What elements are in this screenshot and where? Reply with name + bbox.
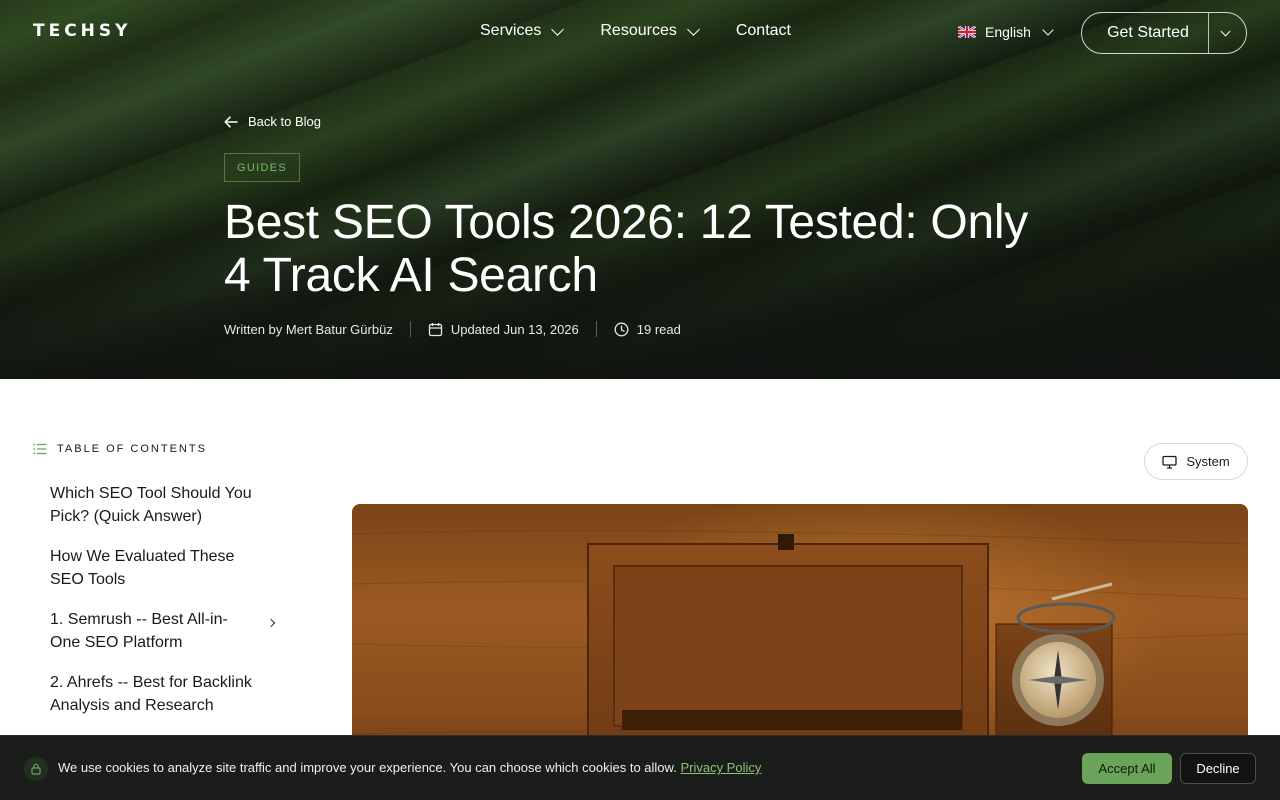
toc-item[interactable]: 2. Ahrefs -- Best for Backlink Analysis …: [50, 671, 290, 717]
article-meta: Written by Mert Batur Gürbüz Updated Jun…: [224, 319, 681, 339]
theme-toggle-label: System: [1186, 454, 1230, 469]
toc-item-label: Which SEO Tool Should You Pick? (Quick A…: [50, 485, 252, 525]
category-badge[interactable]: GUIDES: [224, 153, 300, 182]
back-to-blog-link[interactable]: Back to Blog: [224, 114, 321, 129]
monitor-icon: [1162, 455, 1177, 469]
get-started-button[interactable]: Get Started: [1082, 24, 1208, 42]
chevron-right-icon[interactable]: [266, 618, 276, 628]
lock-icon: [31, 763, 41, 775]
top-nav: TECHSY Services Resources Contact Englis…: [0, 0, 1280, 64]
nav-services[interactable]: Services: [480, 22, 565, 40]
meta-divider: [409, 321, 411, 337]
nav-links: Services Resources Contact: [480, 22, 829, 40]
chevron-down-icon: [1042, 24, 1054, 36]
language-selector[interactable]: English: [958, 24, 1054, 40]
toc-item-label: 2. Ahrefs -- Best for Backlink Analysis …: [50, 674, 252, 714]
cookie-message-text: We use cookies to analyze site traffic a…: [58, 760, 677, 775]
privacy-policy-link[interactable]: Privacy Policy: [680, 760, 761, 775]
logo[interactable]: TECHSY: [33, 21, 131, 41]
toc-heading: TABLE OF CONTENTS: [33, 443, 207, 455]
chevron-down-icon: [551, 22, 565, 36]
hero-section: TECHSY Services Resources Contact Englis…: [0, 0, 1280, 379]
nav-contact-label: Contact: [735, 22, 791, 39]
theme-toggle-button[interactable]: System: [1144, 443, 1248, 480]
get-started-dropdown-toggle[interactable]: [1208, 13, 1246, 53]
read-time-text: 19 read: [636, 321, 681, 337]
article-title: Best SEO Tools 2026: 12 Tested: Only 4 T…: [224, 196, 1028, 302]
updated-date: Updated Jun 13, 2026: [428, 322, 579, 337]
author-text: Written by Mert Batur Gürbüz: [224, 321, 393, 337]
nav-resources[interactable]: Resources: [600, 22, 700, 40]
author: Written by Mert Batur Gürbüz: [224, 322, 393, 337]
meta-divider: [595, 321, 597, 337]
toc-item-label: How We Evaluated These SEO Tools: [50, 548, 235, 588]
decline-button[interactable]: Decline: [1180, 753, 1256, 784]
language-label: English: [985, 24, 1031, 40]
toc-item[interactable]: How We Evaluated These SEO Tools: [50, 545, 290, 591]
get-started-group: Get Started: [1081, 12, 1247, 54]
arrow-left-icon: [224, 115, 238, 128]
clock-icon: [614, 322, 629, 336]
accept-all-button[interactable]: Accept All: [1082, 753, 1172, 784]
calendar-icon: [428, 322, 442, 336]
back-to-blog-label: Back to Blog: [248, 114, 321, 129]
lock-badge: [24, 757, 48, 781]
toc-list: Which SEO Tool Should You Pick? (Quick A…: [50, 482, 290, 734]
nav-contact[interactable]: Contact: [736, 22, 791, 40]
cookie-message: We use cookies to analyze site traffic a…: [58, 760, 761, 775]
toc-heading-label: TABLE OF CONTENTS: [57, 443, 207, 455]
chevron-down-icon: [1220, 26, 1231, 37]
cookie-banner: We use cookies to analyze site traffic a…: [0, 735, 1280, 800]
uk-flag-icon: [958, 26, 976, 38]
updated-text: Updated Jun 13, 2026: [450, 321, 579, 337]
list-icon: [33, 443, 47, 455]
nav-resources-label: Resources: [600, 22, 677, 39]
toc-item[interactable]: 1. Semrush -- Best All-in-One SEO Platfo…: [50, 608, 290, 654]
chevron-down-icon: [686, 22, 700, 36]
toc-item[interactable]: Which SEO Tool Should You Pick? (Quick A…: [50, 482, 290, 528]
read-time: 19 read: [614, 322, 681, 337]
nav-services-label: Services: [480, 22, 542, 39]
toc-item-label: 1. Semrush -- Best All-in-One SEO Platfo…: [50, 611, 228, 651]
